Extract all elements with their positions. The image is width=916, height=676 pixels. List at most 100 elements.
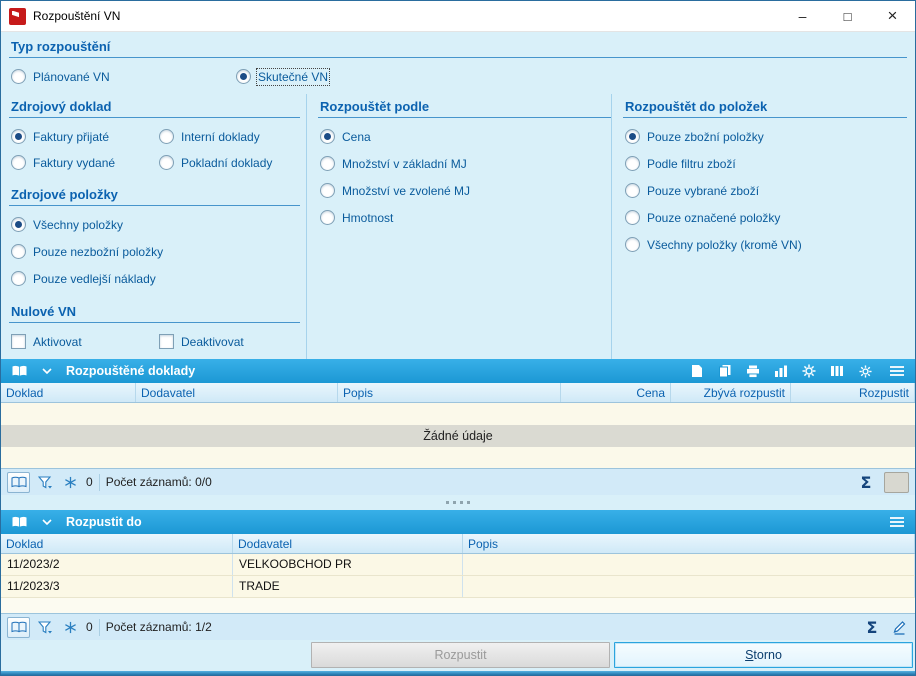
empty-state: Žádné údaje bbox=[1, 425, 915, 447]
storno-button[interactable]: Storno bbox=[614, 642, 913, 668]
radio-label: Množství ve zvolené MJ bbox=[342, 183, 471, 198]
radio-cena[interactable]: Cena bbox=[320, 129, 611, 144]
dialog-rozpousteni-vn: Rozpouštění VN – □ × Typ rozpouštění Plá… bbox=[0, 0, 916, 676]
radio-mnozstvi-zvolene-mj[interactable]: Množství ve zvolené MJ bbox=[320, 183, 611, 198]
radio-icon bbox=[236, 69, 251, 84]
column-header-cena[interactable]: Cena bbox=[561, 383, 671, 402]
sum-icon[interactable]: Σ bbox=[854, 471, 878, 493]
grid1-column-headers: Doklad Dodavatel Popis Cena Zbývá rozpus… bbox=[1, 383, 915, 403]
print-icon[interactable] bbox=[742, 361, 764, 381]
radio-pouze-vedlejsi[interactable]: Pouze vedlejší náklady bbox=[11, 271, 300, 286]
radio-pokladni-doklady[interactable]: Pokladní doklady bbox=[159, 155, 300, 170]
radio-icon bbox=[320, 129, 335, 144]
radio-label: Hmotnost bbox=[342, 210, 394, 225]
new-document-icon[interactable] bbox=[686, 361, 708, 381]
settings-gear-icon[interactable] bbox=[854, 361, 876, 381]
cell-dodavatel: VELKOOBCHOD PR bbox=[233, 554, 463, 575]
copy-icon[interactable] bbox=[714, 361, 736, 381]
rozpustit-button[interactable]: Rozpustit bbox=[311, 642, 610, 668]
radio-vsechny-krome-vn[interactable]: Všechny položky (kromě VN) bbox=[625, 237, 907, 252]
column-rozpoustet-podle: Rozpouštět podle Cena Množství v základn… bbox=[306, 94, 611, 359]
radio-faktury-prijate[interactable]: Faktury přijaté bbox=[11, 129, 159, 144]
checkbox-aktivovat[interactable]: Aktivovat bbox=[11, 334, 159, 349]
column-header-rozpustit[interactable]: Rozpustit bbox=[791, 383, 915, 402]
filter-icon[interactable] bbox=[36, 617, 55, 638]
radio-interni-doklady[interactable]: Interní doklady bbox=[159, 129, 300, 144]
grid2-footer: 0 Počet záznamů: 1/2 Σ bbox=[1, 613, 915, 640]
columns-icon[interactable] bbox=[826, 361, 848, 381]
radio-icon bbox=[11, 244, 26, 259]
maximize-button[interactable]: □ bbox=[825, 1, 870, 31]
edit-button-disabled[interactable] bbox=[884, 471, 909, 493]
chart-icon[interactable] bbox=[770, 361, 792, 381]
column-header-dodavatel[interactable]: Dodavatel bbox=[136, 383, 338, 402]
grid2-title: Rozpustit do bbox=[66, 515, 142, 529]
zdrojove-polozky-options: Všechny položky Pouze nezbožní položky P… bbox=[9, 206, 300, 299]
radio-pouze-nezbozni[interactable]: Pouze nezbožní položky bbox=[11, 244, 300, 259]
radio-icon bbox=[159, 155, 174, 170]
radio-planovane-vn[interactable]: Plánované VN bbox=[11, 69, 236, 84]
cell-popis bbox=[463, 576, 915, 597]
grid1-title: Rozpouštěné doklady bbox=[66, 364, 196, 378]
column-header-dodavatel[interactable]: Dodavatel bbox=[233, 534, 463, 553]
chevron-down-icon[interactable] bbox=[36, 512, 58, 532]
app-icon bbox=[9, 7, 26, 25]
view-book-icon[interactable] bbox=[7, 471, 30, 493]
radio-pouze-vybrane[interactable]: Pouze vybrané zboží bbox=[625, 183, 907, 198]
open-book-icon[interactable] bbox=[8, 512, 30, 532]
freeze-icon[interactable] bbox=[61, 617, 80, 638]
view-book-icon[interactable] bbox=[7, 616, 30, 638]
table-row[interactable]: 11/2023/2 VELKOOBCHOD PR bbox=[1, 554, 915, 576]
grid-rozpoustene-doklady: Rozpouštěné doklady Doklad Dodavatel Pop… bbox=[1, 359, 915, 495]
radio-icon bbox=[625, 237, 640, 252]
radio-pouze-oznacene[interactable]: Pouze označené položky bbox=[625, 210, 907, 225]
nulove-vn-options: Aktivovat Deaktivovat bbox=[9, 323, 300, 359]
radio-faktury-vydane[interactable]: Faktury vydané bbox=[11, 155, 159, 170]
radio-label: Pouze označené položky bbox=[647, 210, 781, 225]
filter-icon[interactable] bbox=[36, 472, 55, 493]
menu-icon[interactable] bbox=[886, 361, 908, 381]
rozpoustet-do-options: Pouze zbožní položky Podle filtru zboží … bbox=[623, 118, 907, 265]
freeze-icon[interactable] bbox=[61, 472, 80, 493]
cell-dodavatel: TRADE bbox=[233, 576, 463, 597]
minimize-button[interactable]: – bbox=[780, 1, 825, 31]
column-header-popis[interactable]: Popis bbox=[338, 383, 561, 402]
rozpoustet-podle-options: Cena Množství v základní MJ Množství ve … bbox=[318, 118, 611, 238]
radio-label: Plánované VN bbox=[33, 69, 110, 84]
radio-podle-filtru[interactable]: Podle filtru zboží bbox=[625, 156, 907, 171]
close-button[interactable]: × bbox=[870, 1, 915, 31]
section-heading-nulove-vn: Nulové VN bbox=[9, 299, 300, 323]
splitter-handle[interactable] bbox=[1, 495, 915, 510]
radio-hmotnost[interactable]: Hmotnost bbox=[320, 210, 611, 225]
checkbox-deaktivovat[interactable]: Deaktivovat bbox=[159, 334, 244, 349]
radio-label: Pouze zbožní položky bbox=[647, 129, 764, 144]
actions-gear-icon[interactable] bbox=[798, 361, 820, 381]
cell-doklad: 11/2023/3 bbox=[1, 576, 233, 597]
radio-icon bbox=[11, 69, 26, 84]
radio-icon bbox=[320, 156, 335, 171]
radio-pouze-zbozni[interactable]: Pouze zbožní položky bbox=[625, 129, 907, 144]
radio-skutecne-vn[interactable]: Skutečné VN bbox=[236, 67, 331, 86]
radio-mnozstvi-zakladni-mj[interactable]: Množství v základní MJ bbox=[320, 156, 611, 171]
radio-label: Pouze vedlejší náklady bbox=[33, 271, 156, 286]
sum-icon[interactable]: Σ bbox=[860, 616, 884, 638]
grid2-body: 11/2023/2 VELKOOBCHOD PR 11/2023/3 TRADE bbox=[1, 554, 915, 613]
radio-label: Cena bbox=[342, 129, 371, 144]
records-count: Počet záznamů: 1/2 bbox=[105, 620, 212, 634]
checkbox-label: Aktivovat bbox=[33, 334, 82, 349]
column-header-doklad[interactable]: Doklad bbox=[1, 534, 233, 553]
menu-icon[interactable] bbox=[886, 512, 908, 532]
section-heading-typ: Typ rozpouštění bbox=[9, 34, 907, 58]
radio-vsechny-polozky[interactable]: Všechny položky bbox=[11, 217, 300, 232]
checkbox-label: Deaktivovat bbox=[181, 334, 244, 349]
radio-icon bbox=[11, 217, 26, 232]
radio-label: Skutečné VN bbox=[255, 67, 331, 86]
cell-popis bbox=[463, 554, 915, 575]
column-header-doklad[interactable]: Doklad bbox=[1, 383, 136, 402]
edit-pencil-icon[interactable] bbox=[890, 617, 909, 638]
chevron-down-icon[interactable] bbox=[36, 361, 58, 381]
table-row[interactable]: 11/2023/3 TRADE bbox=[1, 576, 915, 598]
column-header-zbyva-rozpustit[interactable]: Zbývá rozpustit bbox=[671, 383, 791, 402]
open-book-icon[interactable] bbox=[8, 361, 30, 381]
column-header-popis[interactable]: Popis bbox=[463, 534, 915, 553]
